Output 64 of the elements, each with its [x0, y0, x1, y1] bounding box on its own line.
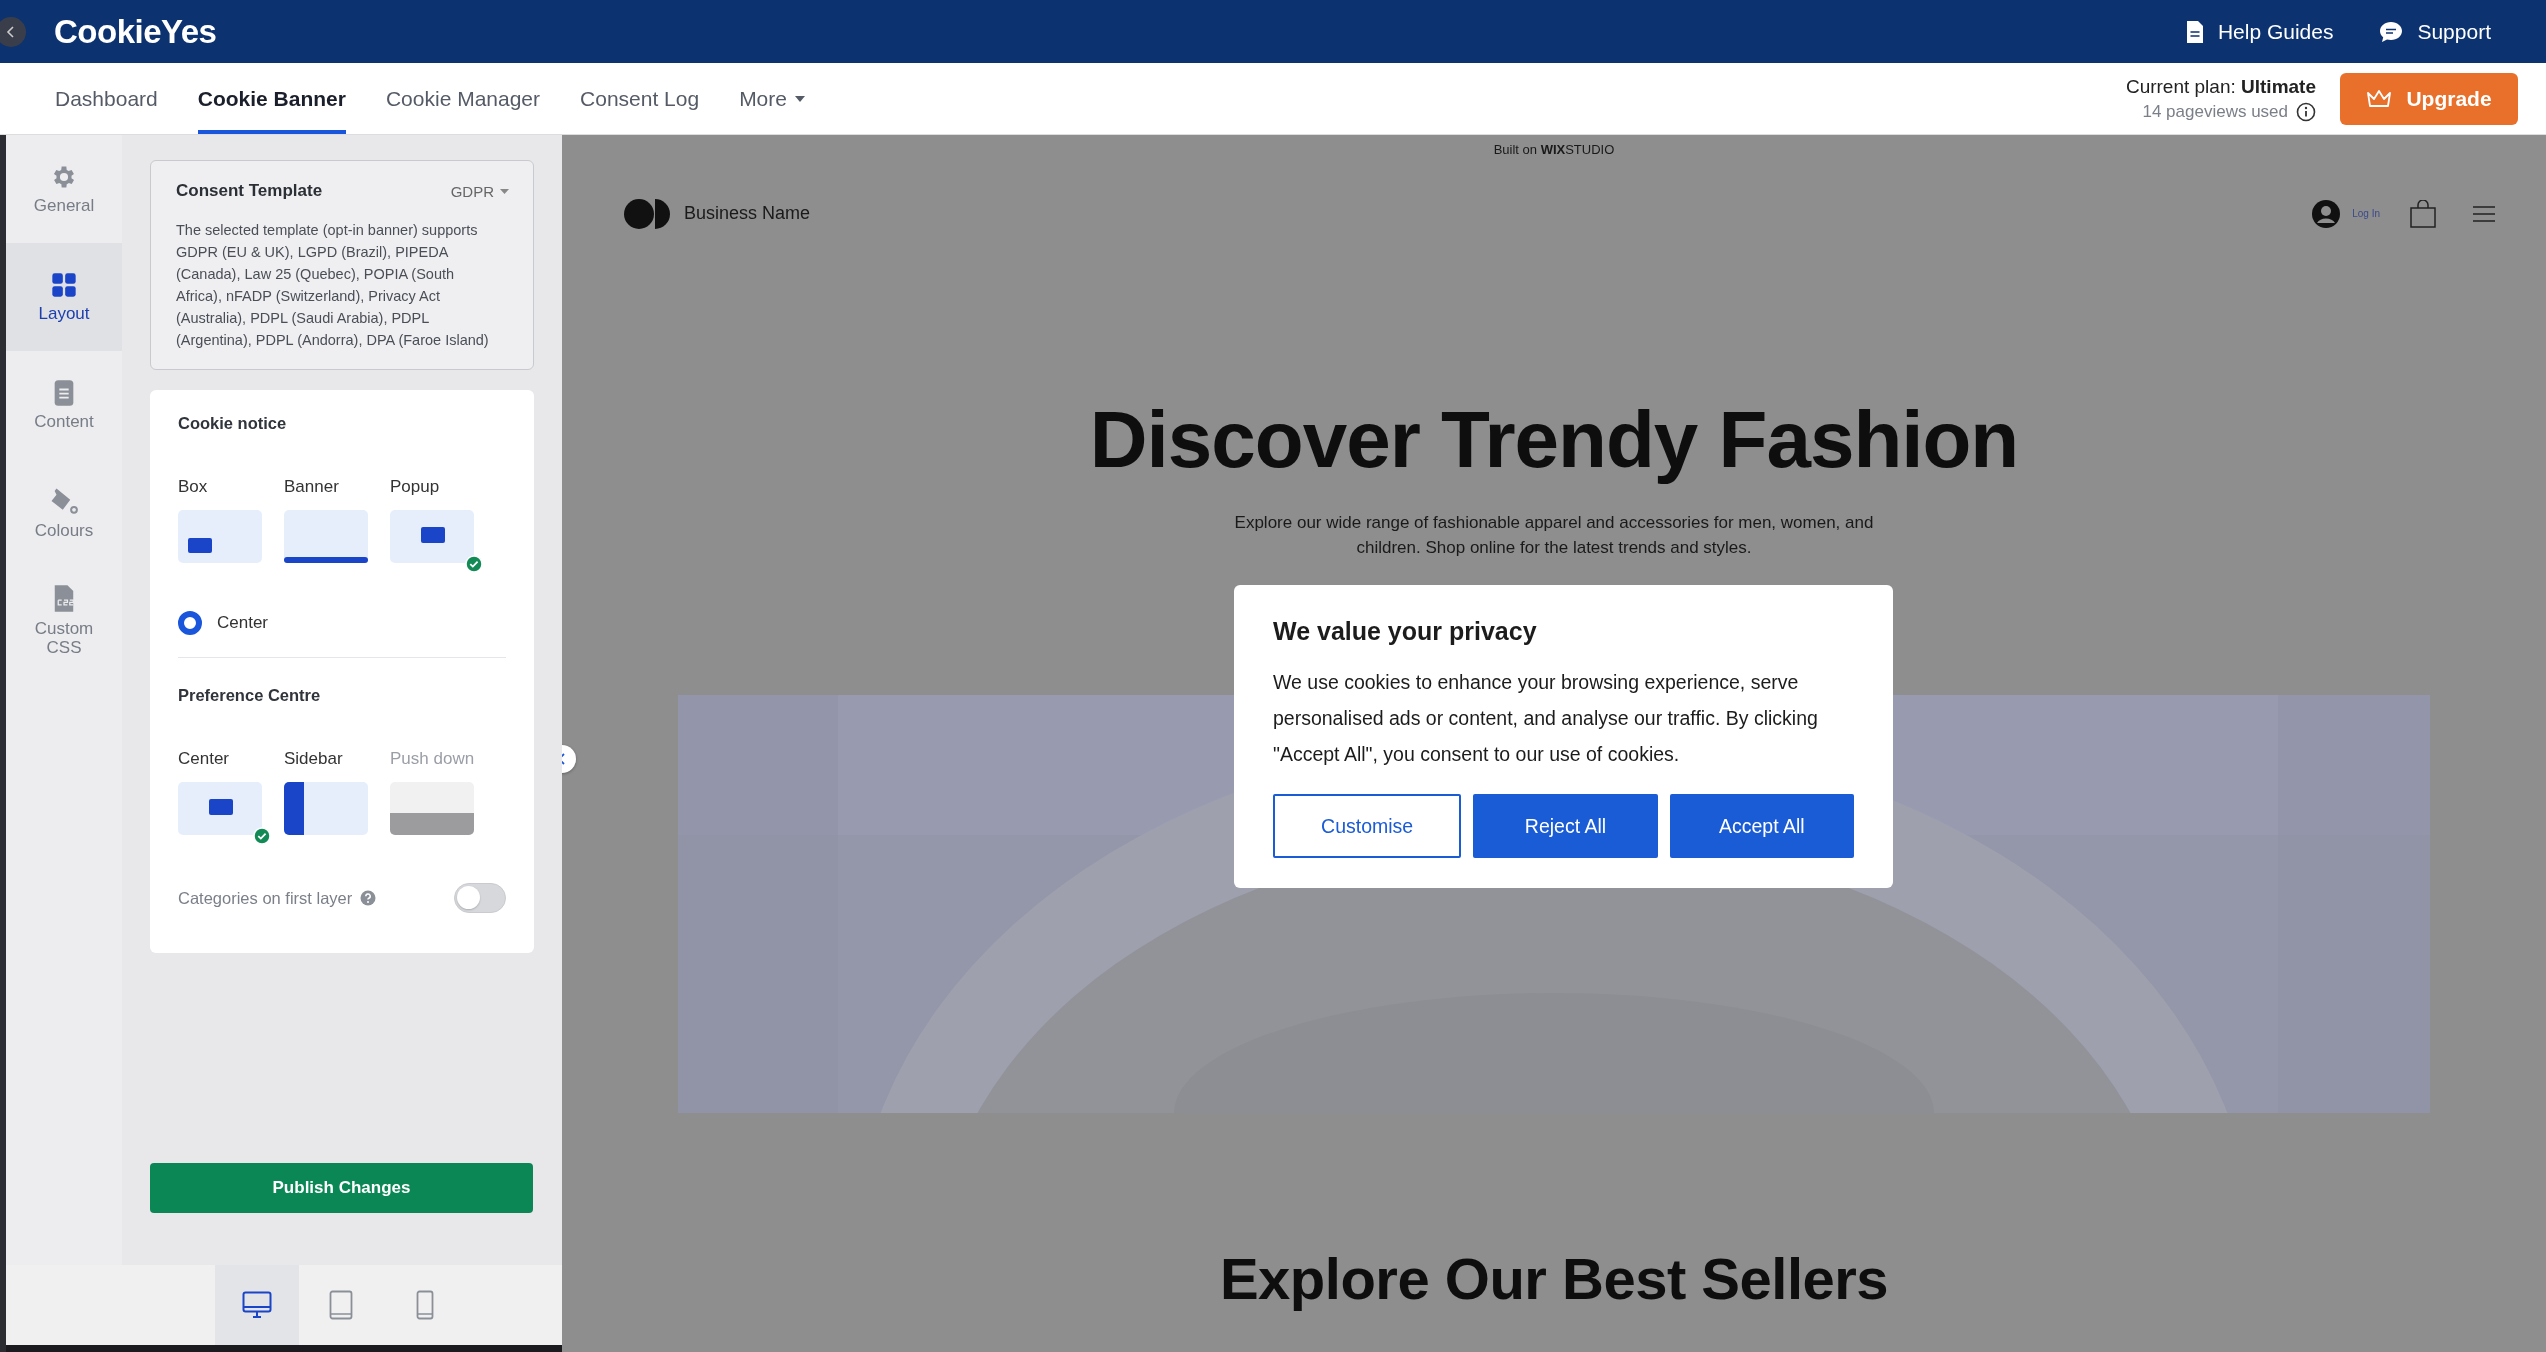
header-link[interactable]: Support	[2379, 19, 2491, 44]
help-icon[interactable]	[360, 890, 377, 906]
device-button[interactable]	[215, 1265, 299, 1345]
consent-button[interactable]: Reject All	[1473, 794, 1658, 858]
section-title: Explore Our Best Sellers	[1219, 1245, 1889, 1312]
section-title: Preference Centre	[178, 686, 322, 705]
option-label: Sidebar	[284, 749, 344, 769]
layout-option[interactable]	[284, 510, 368, 563]
mobile-phone-icon	[416, 1290, 434, 1320]
layout-option[interactable]	[178, 782, 262, 835]
crown-icon	[2366, 88, 2393, 109]
avatar-icon[interactable]	[2312, 199, 2341, 228]
caret-icon	[795, 95, 805, 102]
nav-tab[interactable]: Consent Log	[580, 63, 700, 134]
layout-option[interactable]	[284, 782, 368, 835]
consent-button[interactable]: Accept All	[1669, 794, 1854, 858]
banner-message: We use cookies to enhance your browsing experience, serve personalised ads or content, and analyse our traffic. By clicking "Accept All", you consent to our use of cookies.	[1273, 670, 1819, 767]
toggle-label: Categories on first layer	[178, 888, 353, 908]
grid-icon	[50, 270, 78, 299]
usage-text: 14 pageviews used	[2142, 101, 2288, 122]
consent-button[interactable]: Customise	[1273, 794, 1462, 858]
menu-icon[interactable]	[2472, 204, 2496, 223]
radio-button[interactable]	[178, 611, 202, 635]
publish-button[interactable]: Publish Changes	[150, 1163, 533, 1213]
caret-icon	[500, 188, 509, 194]
hero-text: Explore our wide range of fashionable apparel and accessories for men, women, and children. Shop online for the latest trends and styles.	[1233, 512, 1875, 559]
tablet-icon	[329, 1290, 353, 1320]
nav-tab[interactable]: More	[739, 63, 805, 134]
hero-title: Discover Trendy Fashion	[1089, 396, 2019, 484]
radio-label: Center	[217, 613, 269, 633]
upgrade-button[interactable]: Upgrade	[2340, 72, 2518, 125]
chat-bubble-icon	[2379, 20, 2404, 43]
option-label: Box	[178, 477, 209, 497]
logo: CookieYes	[54, 12, 217, 51]
template-description: The selected template (opt-in banner) supports GDPR (EU & UK), LGPD (Brazil), PIPEDA (Canada), Law 25 (Quebec), POPIA (South Africa), nFADP (Switzerland), Privacy Act (Australia), PDPL (Saudi Arabia), PDPL (Argentina), PDPL (Andorra), DPA (Faroe Island)	[176, 221, 490, 350]
info-icon[interactable]	[2296, 101, 2316, 122]
section-title: Cookie notice	[178, 414, 288, 433]
region-dropdown[interactable]: GDPR	[450, 182, 509, 200]
card-title: Consent Template	[176, 181, 323, 201]
site-name: Business Name	[684, 203, 811, 224]
layout-option[interactable]	[390, 510, 474, 563]
wix-banner-text: Built on WIXSTUDIO	[1493, 141, 1615, 159]
site-logo-icon	[624, 198, 670, 229]
banner-title: We value your privacy	[1273, 617, 1538, 646]
plan-label: Current plan: Ultimate	[2125, 75, 2316, 98]
option-label: Banner	[284, 477, 340, 497]
back-button[interactable]	[0, 16, 26, 47]
sidebar-item[interactable]: Colours	[6, 459, 122, 567]
option-label: Center	[178, 749, 231, 769]
sidebar-item[interactable]: Layout	[6, 243, 122, 351]
header-link[interactable]: Help Guides	[2185, 19, 2334, 44]
sidebar-item[interactable]: Custom CSS	[6, 567, 122, 675]
option-label: Popup	[390, 477, 441, 497]
toggle-switch[interactable]	[454, 883, 506, 913]
desktop-icon	[242, 1291, 272, 1319]
sidebar-item[interactable]: Content	[6, 351, 122, 459]
layout-option[interactable]	[178, 510, 262, 563]
sidebar-item[interactable]: General	[6, 135, 122, 243]
nav-tab[interactable]: Dashboard	[55, 63, 158, 134]
option-label: Push down	[390, 749, 476, 769]
document-icon	[2185, 19, 2204, 44]
chevron-left-icon	[6, 25, 16, 38]
shopping-bag-icon[interactable]	[2410, 199, 2436, 228]
nav-tab[interactable]: Cookie Manager	[385, 63, 541, 134]
